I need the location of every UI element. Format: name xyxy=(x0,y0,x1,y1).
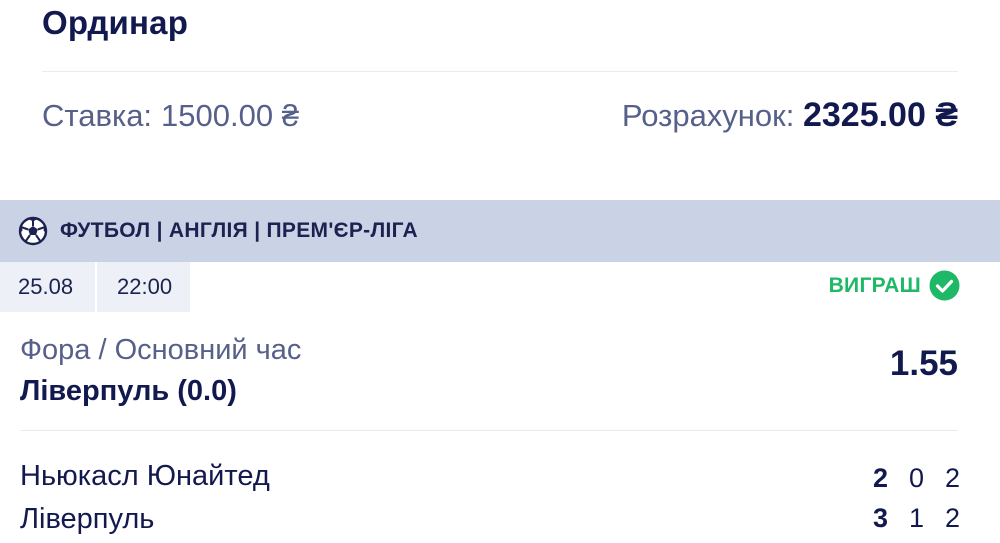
stake-label: Ставка: xyxy=(42,98,153,133)
bet-details-page: Ординар Ставка: 1500.00 ₴ Розрахунок: 232… xyxy=(0,0,1000,543)
divider xyxy=(20,430,958,431)
score-half-2: 2 xyxy=(944,463,960,493)
market-name: Фора / Основний час xyxy=(20,334,302,366)
sport-league-path: ФУТБОЛ | АНГЛІЯ | ПРЕМ'ЄР-ЛІГА xyxy=(60,219,418,242)
selection-name: Ліверпуль (0.0) xyxy=(20,375,237,407)
payout-row: Розрахунок: 2325.00 ₴ xyxy=(622,96,958,135)
home-team-name: Ньюкасл Юнайтед xyxy=(20,460,270,492)
odds-value: 1.55 xyxy=(889,344,958,383)
score-half-1: 1 xyxy=(908,503,924,533)
bet-type-title: Ординар xyxy=(42,4,189,41)
payout-label: Розрахунок: xyxy=(621,98,795,133)
divider xyxy=(42,71,958,72)
score-total: 2 xyxy=(872,463,888,493)
away-team-scores: 3 1 2 xyxy=(852,503,960,534)
result-label: ВИГРАШ xyxy=(828,273,921,297)
soccer-ball-icon xyxy=(18,216,48,246)
bet-result-badge: ВИГРАШ xyxy=(829,270,960,301)
check-circle-icon xyxy=(929,270,960,301)
event-date: 25.08 xyxy=(0,262,95,312)
away-team-name: Ліверпуль xyxy=(20,503,155,535)
stake-row: Ставка: 1500.00 ₴ xyxy=(42,98,299,134)
score-half-1: 0 xyxy=(908,463,924,493)
payout-value: 2325.00 ₴ xyxy=(802,96,958,134)
score-total: 3 xyxy=(872,503,888,533)
sport-league-bar: ФУТБОЛ | АНГЛІЯ | ПРЕМ'ЄР-ЛІГА xyxy=(0,200,1000,262)
home-team-scores: 2 0 2 xyxy=(852,463,960,494)
stake-value: 1500.00 ₴ xyxy=(161,98,299,133)
score-half-2: 2 xyxy=(944,503,960,533)
event-time: 22:00 xyxy=(97,262,190,312)
